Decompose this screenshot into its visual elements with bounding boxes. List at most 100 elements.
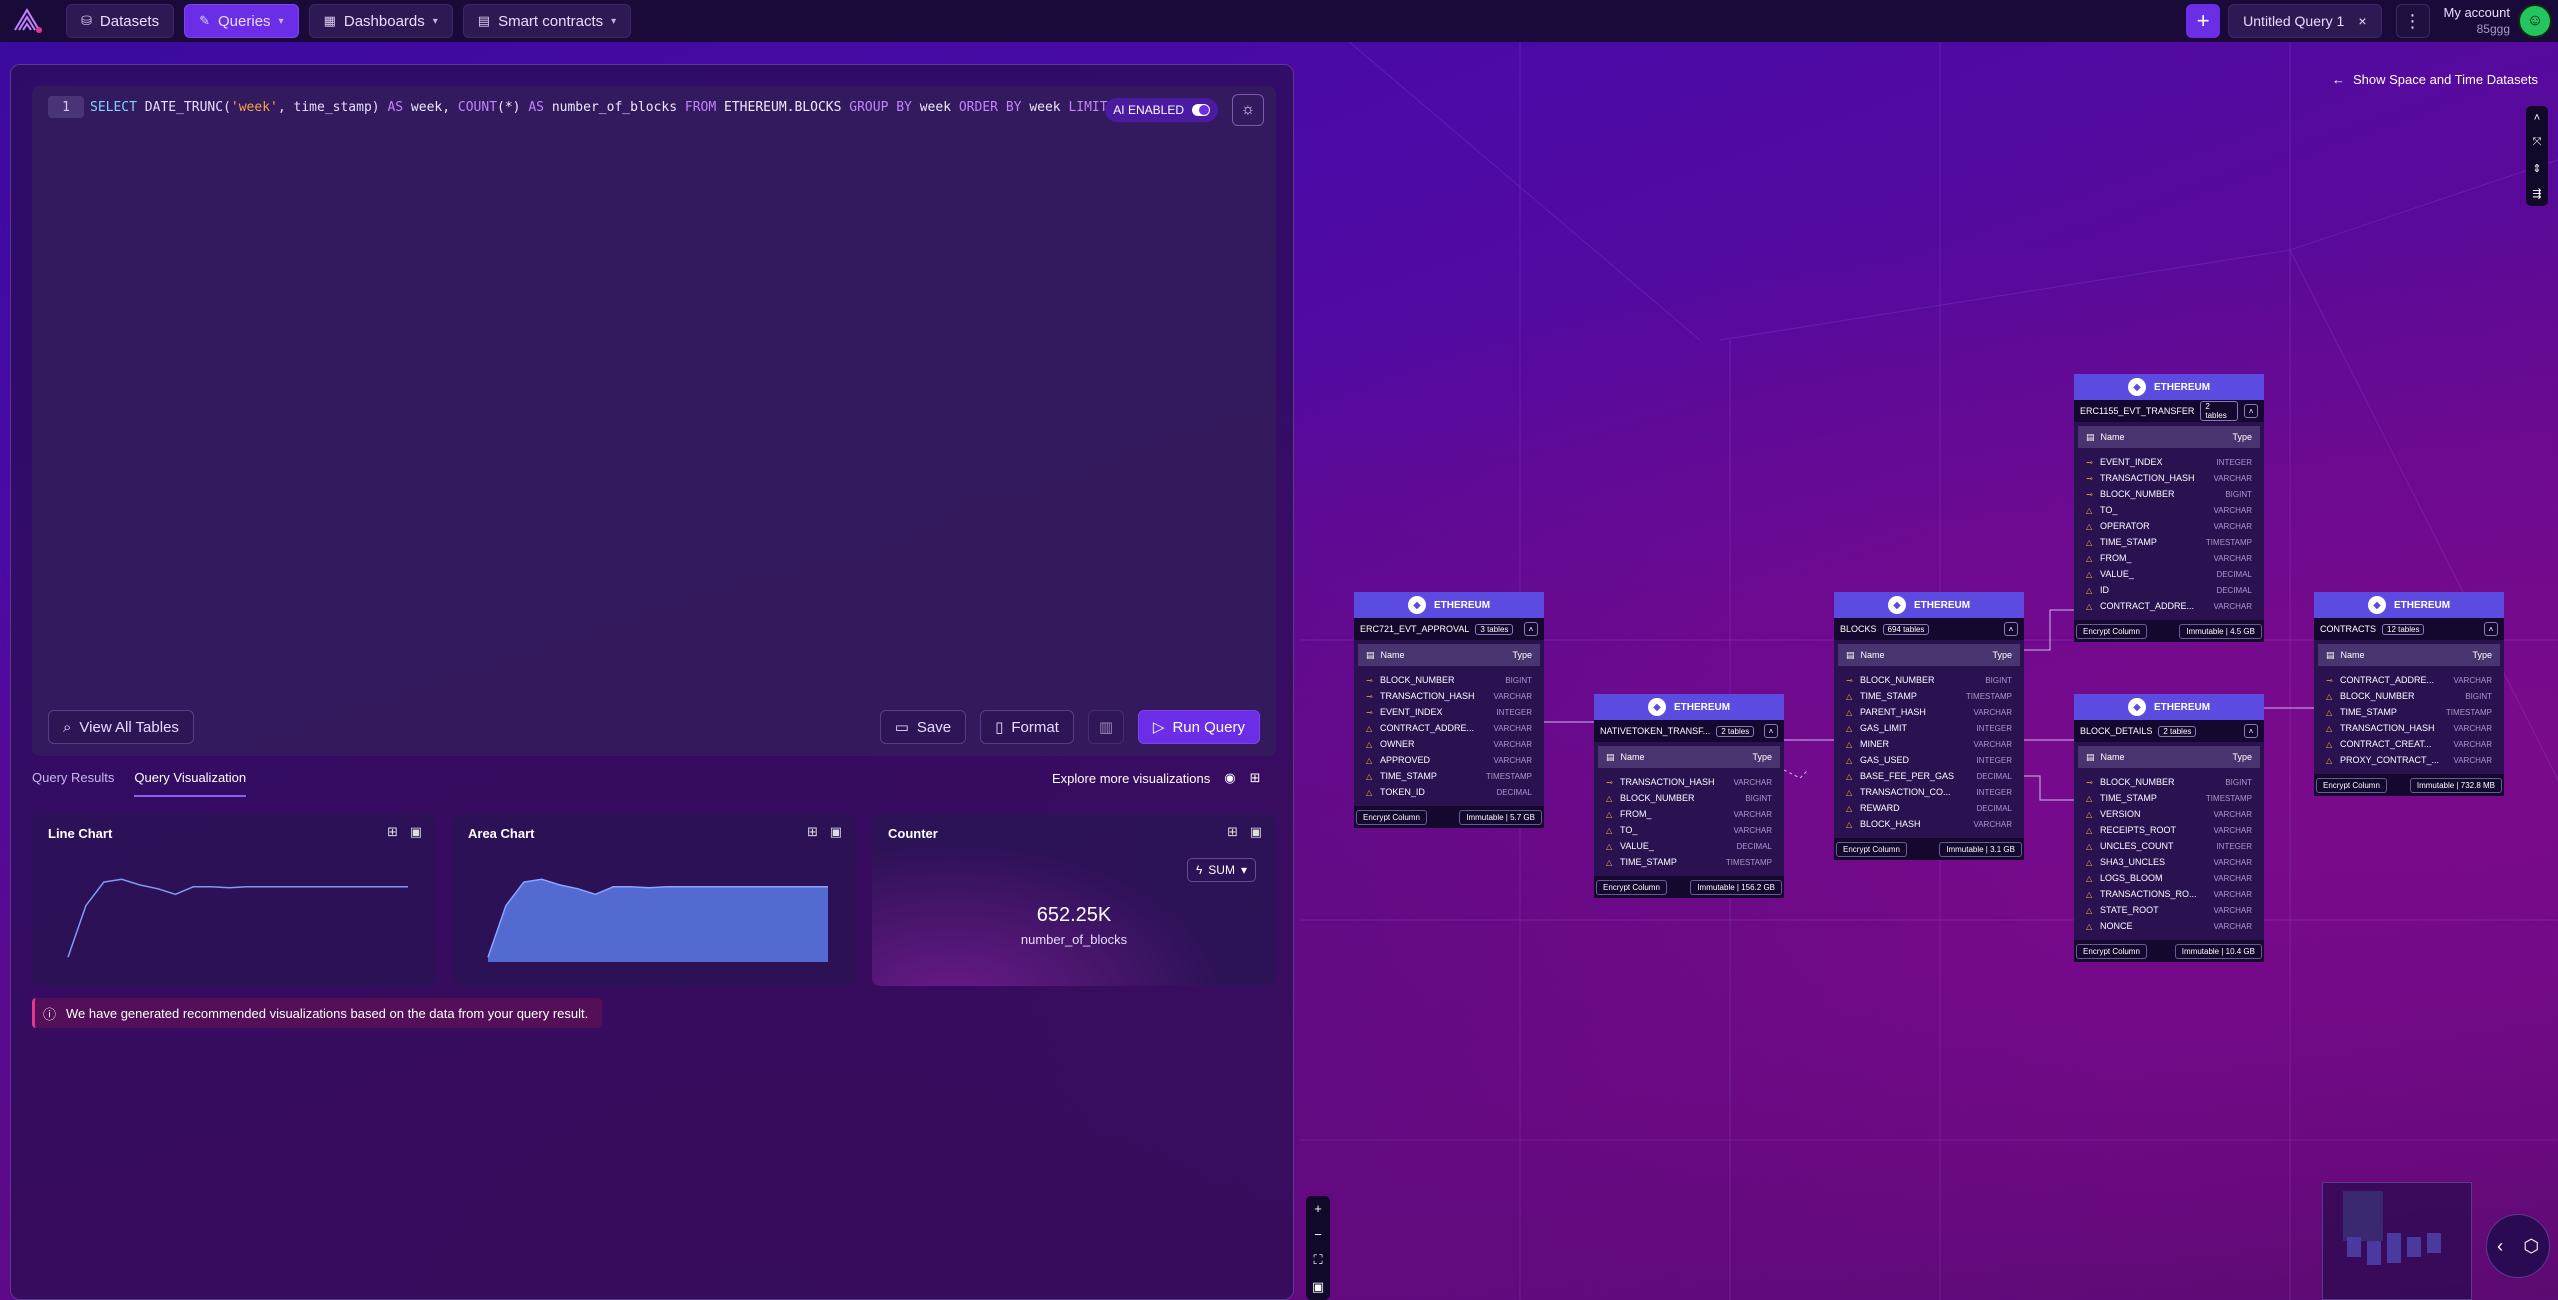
column-row[interactable]: △ TIME_STAMP TIMESTAMP — [2078, 790, 2260, 806]
column-row[interactable]: △ LOGS_BLOOM VARCHAR — [2078, 870, 2260, 886]
column-row[interactable]: △ TIME_STAMP TIMESTAMP — [2318, 704, 2500, 720]
chevron-left-icon[interactable]: ‹ — [2497, 1236, 2503, 1257]
nav-dashboards-button[interactable]: ▦ Dashboards ▾ — [308, 4, 453, 38]
chevron-up-icon[interactable]: ˄ — [2244, 724, 2258, 738]
column-row[interactable]: △ VALUE_ DECIMAL — [2078, 566, 2260, 582]
column-row[interactable]: △ OWNER VARCHAR — [1358, 736, 1540, 752]
format-button[interactable]: ▯ Format — [980, 710, 1074, 744]
column-row[interactable]: △ TRANSACTION_HASH VARCHAR — [2318, 720, 2500, 736]
app-logo[interactable] — [8, 3, 48, 39]
column-row[interactable]: △ BLOCK_NUMBER BIGINT — [2318, 688, 2500, 704]
column-row[interactable]: △ VALUE_ DECIMAL — [1598, 838, 1780, 854]
lock-icon[interactable]: ▣ — [1312, 1279, 1324, 1295]
show-datasets-button[interactable]: ← Show Space and Time Datasets — [2332, 72, 2538, 87]
add-chart-icon[interactable]: ⊞ — [1250, 770, 1261, 786]
column-row[interactable]: △ GAS_USED INTEGER — [1838, 752, 2020, 768]
column-row[interactable]: △ TIME_STAMP TIMESTAMP — [1838, 688, 2020, 704]
explore-visualizations[interactable]: Explore more visualizations ◉ ⊞ — [1052, 770, 1260, 786]
nav-queries-button[interactable]: ✎ Queries ▾ — [184, 4, 299, 38]
column-row[interactable]: △ GAS_LIMIT INTEGER — [1838, 720, 2020, 736]
nav-datasets-button[interactable]: ⛁ Datasets — [66, 4, 175, 38]
schema-table[interactable]: ◆ ETHEREUM NATIVETOKEN_TRANSF... 2 tables ˄… — [1594, 694, 1784, 898]
run-query-button[interactable]: ▷ Run Query — [1137, 710, 1260, 744]
column-row[interactable]: △ TRANSACTIONS_RO... VARCHAR — [2078, 886, 2260, 902]
expand-icon[interactable]: ⇕ — [2532, 162, 2541, 175]
tab-query-visualization[interactable]: Query Visualization — [134, 770, 247, 797]
account-menu[interactable]: My account 85ggg — [2444, 5, 2510, 37]
column-row[interactable]: ⊸ EVENT_INDEX INTEGER — [1358, 704, 1540, 720]
schema-table[interactable]: ◆ ETHEREUM ERC721_EVT_APPROVAL 3 tables ˄ ▤… — [1354, 592, 1544, 828]
column-row[interactable]: ⊸ EVENT_INDEX INTEGER — [2078, 454, 2260, 470]
column-row[interactable]: ⊸ TRANSACTION_HASH VARCHAR — [1358, 688, 1540, 704]
avatar[interactable]: ☺ — [2518, 4, 2552, 38]
toggle-switch[interactable] — [1192, 104, 1210, 116]
column-row[interactable]: △ CONTRACT_CREAT... VARCHAR — [2318, 736, 2500, 752]
schema-table[interactable]: ◆ ETHEREUM BLOCKS 694 tables ˄ ▤ Name Type ⊸ BL… — [1834, 592, 2024, 860]
add-chart-icon[interactable]: ⊞ — [1227, 824, 1238, 840]
column-row[interactable]: △ TO_ VARCHAR — [1598, 822, 1780, 838]
column-row[interactable]: △ BLOCK_NUMBER BIGINT — [1598, 790, 1780, 806]
aggregate-select[interactable]: ϟ SUM ▾ — [1186, 858, 1256, 882]
zoom-out-icon[interactable]: − — [1314, 1227, 1322, 1242]
column-row[interactable]: △ OPERATOR VARCHAR — [2078, 518, 2260, 534]
column-row[interactable]: △ TO_ VARCHAR — [2078, 502, 2260, 518]
side-panel-toggle[interactable]: ‹ ⬡ — [2486, 1214, 2550, 1278]
sql-text[interactable]: SELECT DATE_TRUNC('week', time_stamp) AS… — [90, 100, 1139, 115]
column-row[interactable]: △ FROM_ VARCHAR — [2078, 550, 2260, 566]
column-row[interactable]: △ TRANSACTION_CO... INTEGER — [1838, 784, 2020, 800]
column-row[interactable]: △ PARENT_HASH VARCHAR — [1838, 704, 2020, 720]
encrypt-column-button[interactable]: Encrypt Column — [2316, 777, 2387, 793]
column-row[interactable]: △ FROM_ VARCHAR — [1598, 806, 1780, 822]
schema-table[interactable]: ◆ ETHEREUM BLOCK_DETAILS 2 tables ˄ ▤ Name Ty… — [2074, 694, 2264, 962]
column-row[interactable]: △ TIME_STAMP TIMESTAMP — [1598, 854, 1780, 870]
column-row[interactable]: △ TIME_STAMP TIMESTAMP — [2078, 534, 2260, 550]
column-row[interactable]: △ CONTRACT_ADDRE... VARCHAR — [2078, 598, 2260, 614]
delete-button[interactable]: ▥ — [1087, 710, 1124, 744]
code-line[interactable]: 1 SELECT DATE_TRUNC('week', time_stamp) … — [48, 96, 1139, 118]
view-all-tables-button[interactable]: ⌕ View All Tables — [48, 710, 194, 744]
zoom-in-icon[interactable]: + — [1314, 1201, 1322, 1216]
column-row[interactable]: △ APPROVED VARCHAR — [1358, 752, 1540, 768]
toggle-icon[interactable]: ◉ — [1224, 770, 1235, 786]
more-options-icon[interactable]: ⋮ — [2395, 4, 2430, 38]
column-row[interactable]: △ STATE_ROOT VARCHAR — [2078, 902, 2260, 918]
sql-editor[interactable]: 1 SELECT DATE_TRUNC('week', time_stamp) … — [32, 86, 1276, 756]
tab-query-results[interactable]: Query Results — [32, 770, 114, 797]
area-chart-card[interactable]: Area Chart ⊞ ▣ — [452, 814, 856, 986]
column-row[interactable]: ⊸ BLOCK_NUMBER BIGINT — [2078, 486, 2260, 502]
chevron-up-icon[interactable]: ˄ — [2534, 112, 2540, 124]
column-row[interactable]: △ REWARD DECIMAL — [1838, 800, 2020, 816]
save-button[interactable]: ▭ Save — [879, 710, 967, 744]
encrypt-column-button[interactable]: Encrypt Column — [2076, 943, 2147, 959]
wrap-icon[interactable]: ⇶ — [2532, 187, 2541, 200]
lightbulb-icon[interactable]: ☼ — [1232, 94, 1264, 126]
query-tab[interactable]: Untitled Query 1 × — [2228, 4, 2382, 38]
counter-card[interactable]: Counter ⊞ ▣ ϟ SUM ▾ 652.25K number_of_bloc… — [872, 814, 1276, 986]
column-row[interactable]: ⊸ BLOCK_NUMBER BIGINT — [1838, 672, 2020, 688]
column-row[interactable]: △ NONCE VARCHAR — [2078, 918, 2260, 934]
collapse-icon[interactable]: ⤧ — [2533, 136, 2542, 149]
column-row[interactable]: △ PROXY_CONTRACT_... VARCHAR — [2318, 752, 2500, 768]
column-row[interactable]: △ TIME_STAMP TIMESTAMP — [1358, 768, 1540, 784]
minimap[interactable] — [2322, 1182, 2472, 1300]
encrypt-column-button[interactable]: Encrypt Column — [2076, 623, 2147, 639]
column-row[interactable]: △ TOKEN_ID DECIMAL — [1358, 784, 1540, 800]
column-row[interactable]: △ UNCLES_COUNT INTEGER — [2078, 838, 2260, 854]
save-icon[interactable]: ▣ — [1250, 824, 1262, 840]
encrypt-column-button[interactable]: Encrypt Column — [1836, 841, 1907, 857]
chevron-up-icon[interactable]: ˄ — [2484, 622, 2498, 636]
chevron-up-icon[interactable]: ˄ — [1524, 622, 1538, 636]
column-row[interactable]: ⊸ BLOCK_NUMBER BIGINT — [1358, 672, 1540, 688]
column-row[interactable]: ⊸ TRANSACTION_HASH VARCHAR — [1598, 774, 1780, 790]
line-chart-card[interactable]: Line Chart ⊞ ▣ — [32, 814, 436, 986]
schema-table[interactable]: ◆ ETHEREUM CONTRACTS 12 tables ˄ ▤ Name Type ⊸… — [2314, 592, 2504, 796]
ai-enabled-toggle[interactable]: AI ENABLED — [1105, 98, 1218, 122]
column-row[interactable]: △ MINER VARCHAR — [1838, 736, 2020, 752]
column-row[interactable]: △ BASE_FEE_PER_GAS DECIMAL — [1838, 768, 2020, 784]
column-row[interactable]: △ RECEIPTS_ROOT VARCHAR — [2078, 822, 2260, 838]
column-row[interactable]: ⊸ TRANSACTION_HASH VARCHAR — [2078, 470, 2260, 486]
chevron-up-icon[interactable]: ˄ — [1764, 724, 1778, 738]
column-row[interactable]: △ BLOCK_HASH VARCHAR — [1838, 816, 2020, 832]
encrypt-column-button[interactable]: Encrypt Column — [1356, 809, 1427, 825]
column-row[interactable]: ⊸ BLOCK_NUMBER BIGINT — [2078, 774, 2260, 790]
